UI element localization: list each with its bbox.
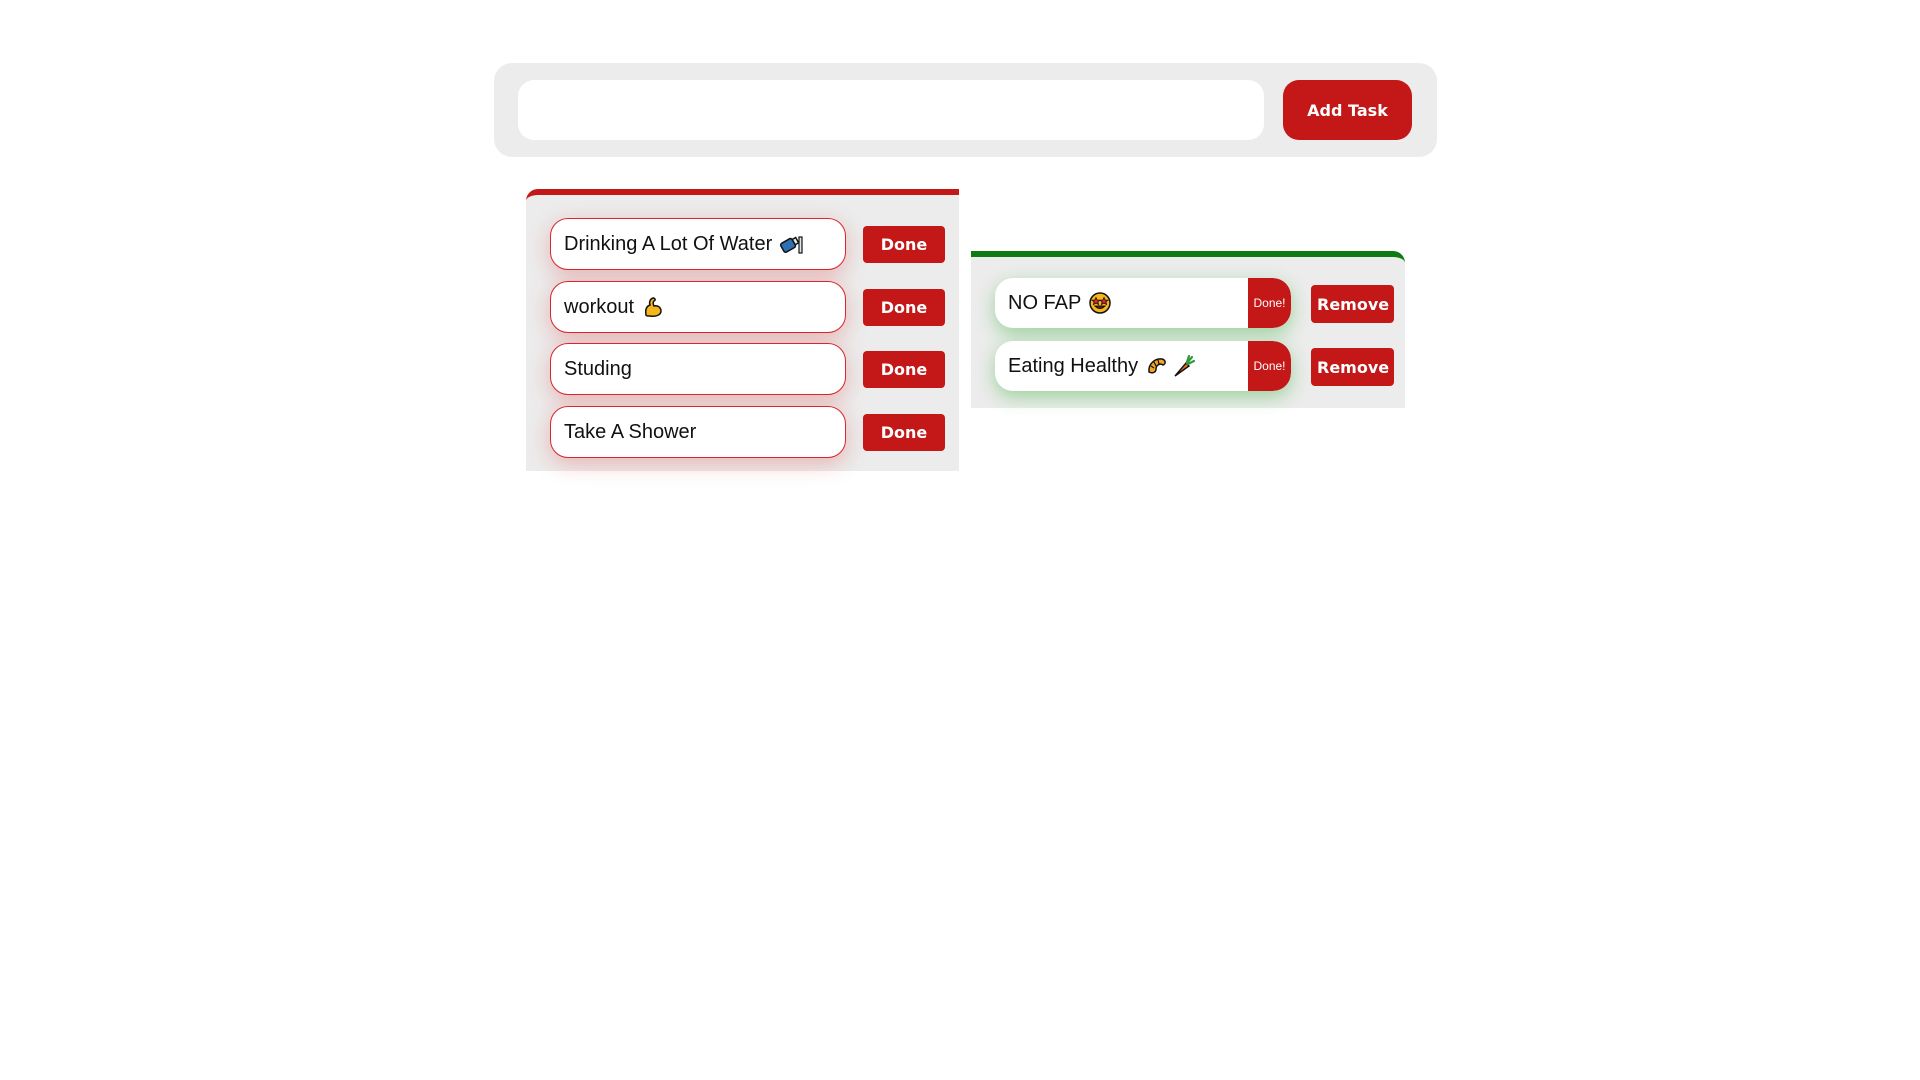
task-text: Studing [564,357,632,380]
task-input[interactable] [518,80,1264,140]
done-button[interactable]: Done [863,414,945,451]
todo-item: Drinking A Lot Of Water Done [526,218,959,270]
task-text-pill: Take A Shower [550,406,846,458]
croissant-icon [1145,354,1169,378]
todo-item: workout Done [526,281,959,333]
carrot-icon [1172,354,1196,378]
todo-list-panel: Drinking A Lot Of Water Done workout Don… [526,189,959,471]
task-text: workout [564,295,635,318]
done-item: NO FAP Done! Remove [971,278,1405,330]
done-badge: Done! [1248,341,1291,391]
task-text-pill: workout [550,281,846,333]
task-text-pill: Drinking A Lot Of Water [550,218,846,270]
done-button[interactable]: Done [863,289,945,326]
todo-item: Take A Shower Done [526,406,959,458]
task-text-pill: Studing [550,343,846,395]
remove-button[interactable]: Remove [1311,348,1394,386]
done-task-text: NO FAP [1008,291,1082,314]
star-struck-face-icon [1088,291,1112,315]
water-bottle-icon [779,233,805,255]
todo-item: Studing Done [526,343,959,395]
task-text: Take A Shower [564,420,697,443]
add-task-form: Add Task [494,63,1437,157]
done-task-pill: NO FAP Done! [995,278,1291,328]
done-button[interactable]: Done [863,351,945,388]
remove-button[interactable]: Remove [1311,285,1394,323]
done-badge: Done! [1248,278,1291,328]
add-task-button[interactable]: Add Task [1283,80,1412,140]
flexed-bicep-icon [641,295,665,319]
done-item: Eating Healthy Done! Remove [971,341,1405,393]
done-button[interactable]: Done [863,226,945,263]
done-list-panel: NO FAP Done! Remove Eating Healthy Done!… [971,251,1405,408]
task-text: Drinking A Lot Of Water [564,232,773,255]
done-task-pill: Eating Healthy Done! [995,341,1291,391]
done-task-text: Eating Healthy [1008,354,1139,377]
